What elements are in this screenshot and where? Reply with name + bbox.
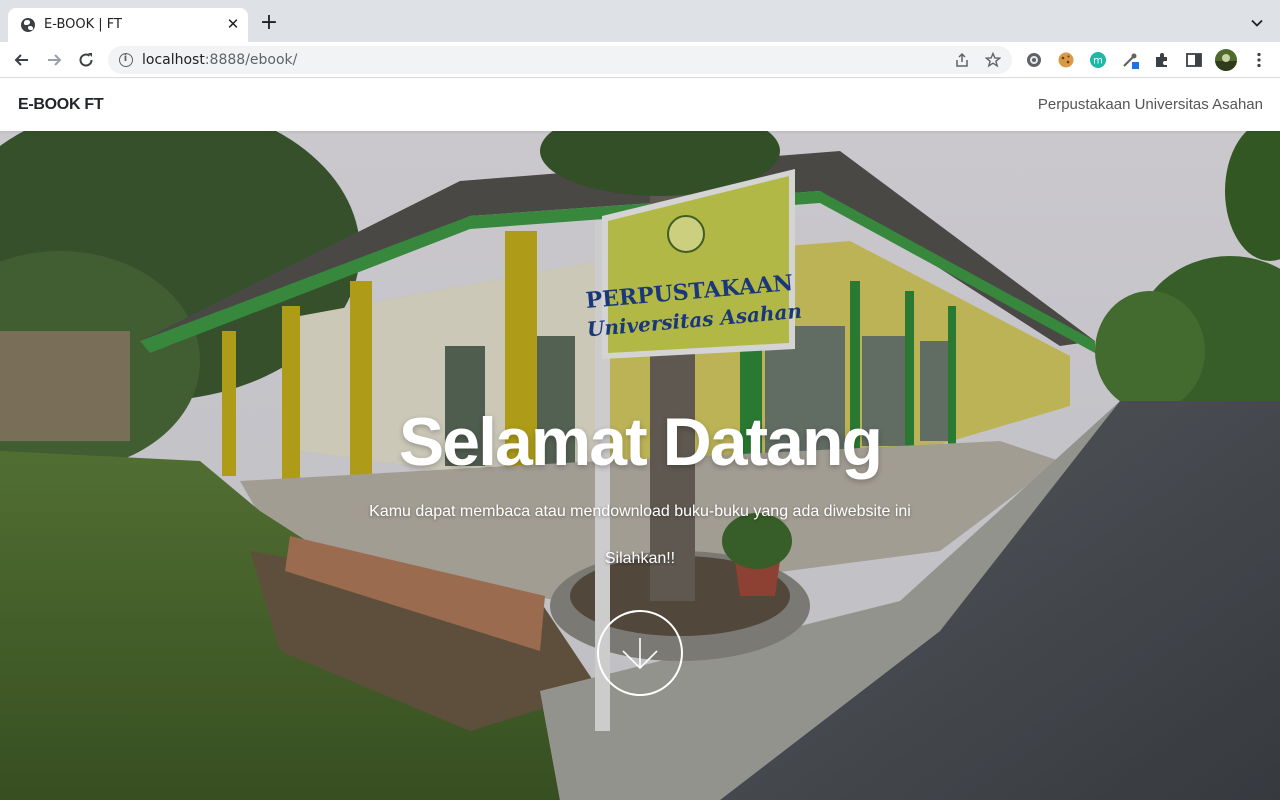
tab-title: E-BOOK | FT [44, 17, 122, 32]
eyedropper-extension-icon[interactable] [1121, 51, 1139, 69]
profile-avatar-icon[interactable] [1215, 49, 1237, 71]
share-icon[interactable] [954, 52, 970, 68]
hero-title: Selamat Datang [398, 404, 883, 480]
svg-text:m: m [1093, 56, 1103, 67]
tab-close-icon[interactable]: ✕ [224, 15, 242, 33]
nav-link-perpustakaan[interactable]: Perpustakaan Universitas Asahan [1038, 96, 1263, 113]
browser-tabstrip: E-BOOK | FT ✕ + [0, 0, 1280, 42]
browser-menu-icon[interactable] [1250, 51, 1268, 69]
puzzle-extensions-icon[interactable] [1153, 51, 1171, 69]
reload-icon[interactable] [76, 50, 96, 70]
arrow-down-icon [622, 638, 658, 670]
address-bar[interactable]: localhost:8888/ebook/ [108, 46, 1012, 74]
globe-icon [21, 18, 35, 32]
forward-icon[interactable] [44, 50, 64, 70]
settings-extension-icon[interactable] [1025, 51, 1043, 69]
brand-logo-link[interactable]: E-BOOK FT [18, 96, 104, 114]
scroll-down-button[interactable] [597, 610, 683, 696]
url-text[interactable]: localhost:8888/ebook/ [142, 52, 297, 68]
hero-section: PERPUSTAKAAN Universitas Asahan Selamat … [0, 131, 1280, 800]
new-tab-button[interactable]: + [258, 12, 280, 34]
hero-cta-text: Silahkan!! [604, 550, 676, 567]
bookmark-star-icon[interactable] [985, 52, 1001, 68]
browser-tab[interactable]: E-BOOK | FT ✕ [8, 8, 248, 42]
cookie-extension-icon[interactable] [1057, 51, 1075, 69]
browser-toolbar: localhost:8888/ebook/ m [0, 42, 1280, 78]
site-info-icon[interactable] [119, 53, 133, 67]
back-icon[interactable] [12, 50, 32, 70]
side-panel-icon[interactable] [1185, 51, 1203, 69]
site-navbar: E-BOOK FT Perpustakaan Universitas Asaha… [0, 79, 1280, 131]
tab-search-chevron-icon[interactable] [1248, 14, 1266, 32]
m-extension-icon[interactable]: m [1089, 51, 1107, 69]
hero-subtitle: Kamu dapat membaca atau mendownload buku… [369, 503, 911, 520]
